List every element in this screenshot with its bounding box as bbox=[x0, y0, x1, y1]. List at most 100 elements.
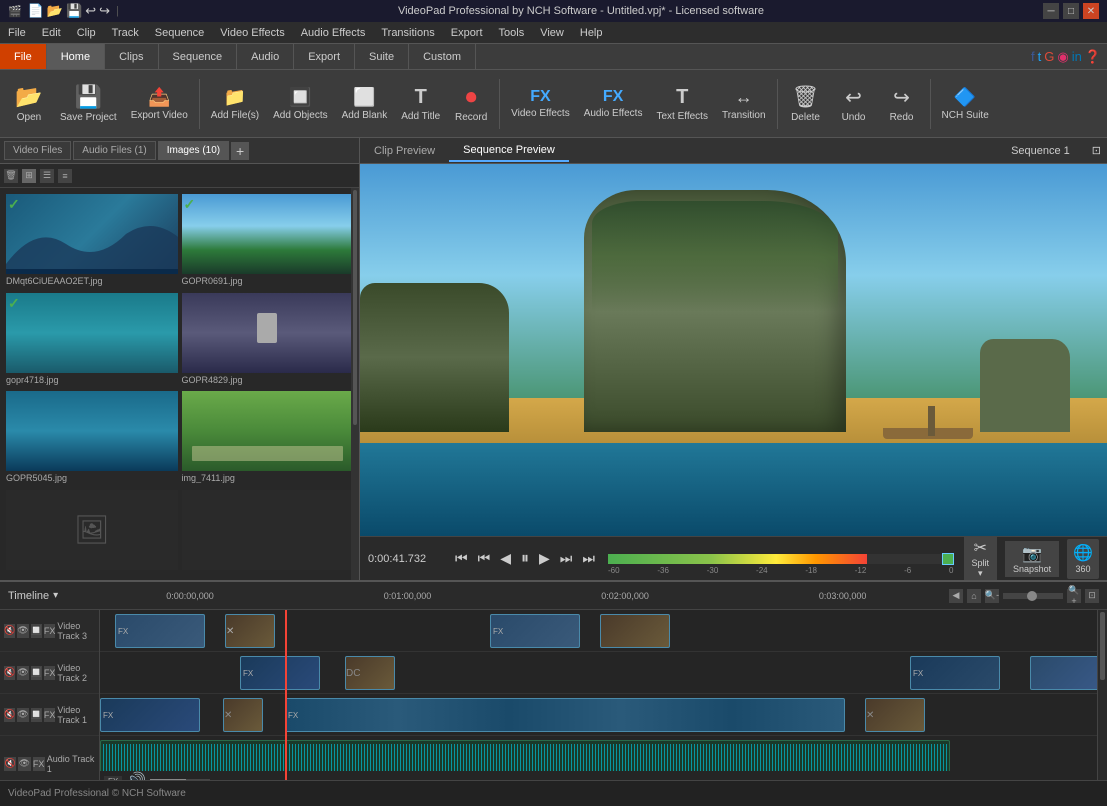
timeline-zoom-out[interactable]: 🔍- bbox=[985, 589, 999, 603]
go-start-button[interactable]: ⏮ bbox=[452, 548, 471, 569]
add-files-button[interactable]: 📁 Add File(s) bbox=[205, 75, 265, 133]
media-scrollbar[interactable] bbox=[351, 188, 359, 580]
track-mute[interactable]: 🔇 bbox=[4, 708, 15, 722]
menu-audio-effects[interactable]: Audio Effects bbox=[293, 25, 374, 41]
media-item[interactable]: GOPR4829.jpg bbox=[182, 293, 354, 388]
track-lock[interactable]: 🔲 bbox=[31, 708, 42, 722]
menu-export[interactable]: Export bbox=[443, 25, 491, 41]
media-list-btn[interactable]: ☰ bbox=[40, 169, 54, 183]
open-button[interactable]: 📂 Open bbox=[6, 75, 52, 133]
new-icon[interactable]: 📄 bbox=[28, 3, 44, 19]
tab-export[interactable]: Export bbox=[294, 44, 355, 69]
redo-button[interactable]: ↪ Redo bbox=[879, 75, 925, 133]
sequence-preview-tab[interactable]: Sequence Preview bbox=[449, 140, 569, 162]
menu-help[interactable]: Help bbox=[572, 25, 611, 41]
timeline-vertical-scrollbar[interactable] bbox=[1097, 610, 1107, 780]
track-lock[interactable]: 🔲 bbox=[31, 666, 42, 680]
images-tab[interactable]: Images (10) bbox=[158, 141, 229, 160]
track-fx[interactable]: FX bbox=[44, 708, 56, 722]
tab-clips[interactable]: Clips bbox=[105, 44, 158, 69]
transition-button[interactable]: ↔ Transition bbox=[716, 75, 772, 133]
menu-view[interactable]: View bbox=[532, 25, 572, 41]
menu-video-effects[interactable]: Video Effects bbox=[212, 25, 292, 41]
track-solo[interactable]: 👁 bbox=[17, 708, 28, 722]
tab-sequence[interactable]: Sequence bbox=[159, 44, 238, 69]
timeline-zoom-in[interactable]: 🔍+ bbox=[1067, 589, 1081, 603]
track-lock[interactable]: 🔲 bbox=[31, 624, 42, 638]
track-clip[interactable] bbox=[600, 614, 670, 648]
save-icon[interactable]: 💾 bbox=[66, 3, 82, 19]
menu-track[interactable]: Track bbox=[104, 25, 147, 41]
menu-edit[interactable]: Edit bbox=[34, 25, 69, 41]
track-clip[interactable]: FX bbox=[285, 698, 845, 732]
clip-preview-tab[interactable]: Clip Preview bbox=[360, 141, 449, 161]
minimize-button[interactable]: ─ bbox=[1043, 3, 1059, 19]
rewind-button[interactable]: ◀ bbox=[497, 548, 514, 569]
track-clip[interactable]: FX bbox=[115, 614, 205, 648]
nch-suite-button[interactable]: 🔷 NCH Suite bbox=[936, 75, 995, 133]
track-fx[interactable]: FX bbox=[44, 666, 56, 680]
menu-sequence[interactable]: Sequence bbox=[147, 25, 213, 41]
video-effects-button[interactable]: FX Video Effects bbox=[505, 75, 576, 133]
media-item[interactable] bbox=[182, 490, 354, 575]
timeline-scroll-left[interactable]: ◀ bbox=[949, 589, 963, 603]
menu-file[interactable]: File bbox=[0, 25, 34, 41]
forward-button[interactable]: ▶ bbox=[536, 548, 553, 569]
text-effects-button[interactable]: T Text Effects bbox=[650, 75, 714, 133]
btn-360[interactable]: 🌐 360 bbox=[1067, 539, 1099, 579]
audio-files-tab[interactable]: Audio Files (1) bbox=[73, 141, 155, 160]
menu-transitions[interactable]: Transitions bbox=[373, 25, 442, 41]
track-clip[interactable]: ✕ bbox=[223, 698, 263, 732]
track-solo[interactable]: 👁 bbox=[18, 757, 30, 771]
timeline-dropdown-icon[interactable]: ▾ bbox=[53, 590, 58, 601]
next-frame-button[interactable]: ⏭ bbox=[557, 548, 576, 569]
timeline-cursor[interactable] bbox=[285, 610, 287, 780]
media-item[interactable]: ✓ GOPR0691.jpg bbox=[182, 194, 354, 289]
redo-icon[interactable]: ↪ bbox=[99, 3, 110, 19]
undo-icon[interactable]: ↩ bbox=[85, 3, 96, 19]
video-files-tab[interactable]: Video Files bbox=[4, 141, 71, 160]
record-button[interactable]: ⏺ Record bbox=[448, 75, 494, 133]
tab-custom[interactable]: Custom bbox=[409, 44, 476, 69]
split-button[interactable]: ✂ Split ▾ bbox=[964, 535, 998, 582]
track-clip[interactable]: FX bbox=[100, 698, 200, 732]
track-clip[interactable]: FX bbox=[910, 656, 1000, 690]
track-clip[interactable]: ✕ bbox=[225, 614, 275, 648]
track-fx[interactable]: FX bbox=[33, 757, 45, 771]
timeline-expand[interactable]: ⊡ bbox=[1085, 589, 1099, 603]
media-item[interactable]: img_7411.jpg bbox=[182, 391, 354, 486]
menu-clip[interactable]: Clip bbox=[69, 25, 104, 41]
menu-tools[interactable]: Tools bbox=[491, 25, 533, 41]
track-clip[interactable]: FX bbox=[490, 614, 580, 648]
media-detail-btn[interactable]: ≡ bbox=[58, 169, 72, 183]
open-icon[interactable]: 📂 bbox=[47, 3, 63, 19]
tab-home[interactable]: Home bbox=[47, 44, 105, 69]
audio-effects-button[interactable]: FX Audio Effects bbox=[578, 75, 649, 133]
tab-audio[interactable]: Audio bbox=[237, 44, 294, 69]
undo-button[interactable]: ↩ Undo bbox=[831, 75, 877, 133]
delete-button[interactable]: 🗑 Delete bbox=[783, 75, 829, 133]
track-mute[interactable]: 🔇 bbox=[4, 624, 15, 638]
track-mute[interactable]: 🔇 bbox=[4, 757, 16, 771]
track-solo[interactable]: 👁 bbox=[17, 624, 28, 638]
track-clip[interactable]: FX bbox=[240, 656, 320, 690]
prev-frame-button[interactable]: ⏮ bbox=[475, 548, 494, 569]
go-end-button[interactable]: ⏭ bbox=[579, 548, 598, 569]
maximize-button[interactable]: □ bbox=[1063, 3, 1079, 19]
media-grid-btn[interactable]: ⊞ bbox=[22, 169, 36, 183]
tab-file[interactable]: File bbox=[0, 44, 47, 69]
track-clip[interactable] bbox=[1030, 656, 1097, 690]
play-pause-button[interactable]: ⏸ bbox=[518, 548, 532, 570]
export-video-button[interactable]: 📤 Export Video bbox=[125, 75, 194, 133]
media-item[interactable]: ✓ DMqt6CiUEAAO2ET.jpg bbox=[6, 194, 178, 289]
media-item[interactable]: GOPR5045.jpg bbox=[6, 391, 178, 486]
track-clip[interactable]: DC bbox=[345, 656, 395, 690]
add-tab-button[interactable]: + bbox=[231, 142, 249, 160]
add-title-button[interactable]: T Add Title bbox=[395, 75, 446, 133]
preview-maximize-button[interactable]: ⊡ bbox=[1086, 142, 1107, 159]
track-mute[interactable]: 🔇 bbox=[4, 666, 15, 680]
media-item[interactable]: 🖼 bbox=[6, 490, 178, 575]
track-fx[interactable]: FX bbox=[44, 624, 56, 638]
track-clip[interactable]: ✕ bbox=[865, 698, 925, 732]
add-blank-button[interactable]: ⬜ Add Blank bbox=[336, 75, 394, 133]
